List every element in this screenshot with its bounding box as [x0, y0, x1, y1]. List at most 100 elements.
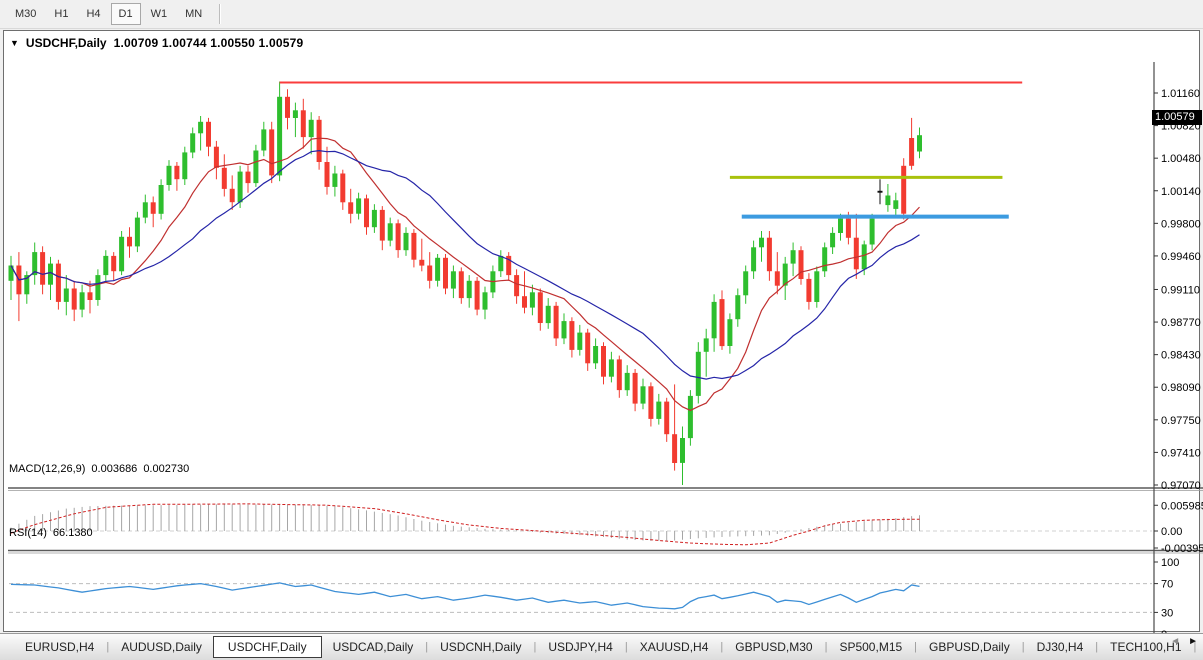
chart-tab-sp500-m15[interactable]: SP500,M15	[828, 637, 913, 657]
candle-body	[569, 321, 575, 350]
candle-body	[498, 255, 504, 272]
candle-body	[687, 395, 693, 439]
chart-window: 1.01160 1.00820 1.00480 1.00140 0.99800 0.994…	[3, 30, 1203, 660]
candle-body	[63, 288, 69, 302]
candle-body	[561, 321, 567, 339]
price-chart-canvas[interactable]: 1.011601.008201.004801.001400.998000.994…	[4, 31, 1203, 660]
candle-body	[466, 280, 472, 299]
candle-body	[553, 305, 559, 339]
candle-body	[55, 263, 61, 302]
symbol-dropdown-icon[interactable]: ▼	[10, 38, 19, 48]
chart-tab-uk[interactable]: UK	[1197, 637, 1203, 657]
candle-body	[245, 171, 251, 184]
chart-tab-gbpusd-m30[interactable]: GBPUSD,M30	[724, 637, 823, 657]
candle-body	[237, 171, 243, 203]
candle-body	[450, 271, 456, 289]
macd-signal-line	[10, 503, 920, 546]
candle-body	[443, 257, 448, 289]
price-axis-label: 0.97070	[1161, 480, 1201, 492]
candle-body	[277, 96, 283, 176]
candle-body	[269, 129, 275, 176]
timeframe-toolbar: M30 H1 H4 D1 W1 MN	[0, 0, 1203, 29]
price-axis-label: 1.00140	[1161, 186, 1201, 198]
candle-body	[917, 135, 922, 152]
candle-body	[411, 232, 417, 260]
candle-body	[514, 275, 520, 297]
chart-symbol-label: USDCHF,Daily	[25, 36, 107, 50]
timeframe-button-M30[interactable]: M30	[7, 3, 44, 25]
candle-body	[814, 271, 820, 302]
candle-body	[403, 232, 409, 251]
chart-tab-dj30-h4[interactable]: DJ30,H4	[1026, 637, 1095, 657]
timeframe-button-H1[interactable]: H1	[46, 3, 76, 25]
chart-tab-eurusd-h4[interactable]: EURUSD,H4	[14, 637, 105, 657]
candle-body	[727, 319, 733, 346]
candle-body	[48, 263, 53, 285]
price-axis-label: 1.01160	[1161, 88, 1200, 100]
candle-body	[640, 386, 646, 404]
candle-body	[743, 271, 749, 296]
candle-body	[616, 359, 622, 391]
candle-body	[822, 247, 828, 272]
candle-body	[458, 271, 464, 299]
candle-body	[435, 257, 441, 281]
rsi-line	[10, 582, 920, 610]
chart-ohlc-values: 1.00709 1.00744 1.00550 1.00579	[113, 36, 304, 50]
chart-tab-gbpusd-daily[interactable]: GBPUSD,Daily	[918, 637, 1021, 657]
candle-body	[838, 218, 843, 233]
chart-tab-audusd-daily[interactable]: AUDUSD,Daily	[110, 637, 213, 657]
candle-body	[119, 236, 125, 272]
chart-tab-usdjpy-h4[interactable]: USDJPY,H4	[537, 637, 623, 657]
rsi-axis-label: 70	[1161, 579, 1173, 591]
timeframe-button-D1[interactable]: D1	[110, 3, 141, 25]
candle-body	[340, 173, 346, 203]
candle-body	[759, 237, 764, 248]
candle-body	[419, 259, 425, 266]
price-axis-label: 0.98090	[1161, 382, 1201, 394]
candle-body	[735, 295, 741, 320]
scroll-tabs-left-icon[interactable]: ◄	[1170, 636, 1180, 647]
candle-body	[585, 332, 591, 364]
price-axis-label: 0.99110	[1161, 284, 1200, 296]
chart-tab-xauusd-h4[interactable]: XAUUSD,H4	[629, 637, 720, 657]
candle-body	[853, 237, 859, 270]
candle-body	[300, 110, 306, 138]
timeframe-button-MN[interactable]: MN	[177, 3, 210, 25]
candle-body	[482, 292, 488, 310]
candle-body	[806, 278, 812, 302]
candle-body	[142, 202, 148, 218]
candle-body	[95, 275, 101, 300]
candle-body	[427, 265, 433, 281]
candle-body	[364, 198, 369, 228]
rsi-value: 66.1380	[52, 527, 93, 539]
candle-body	[909, 138, 915, 166]
candle-body	[206, 121, 211, 147]
timeframe-button-H4[interactable]: H4	[78, 3, 108, 25]
candle-body	[87, 292, 93, 300]
candle-body	[229, 188, 235, 203]
macd-axis-label: 0.00	[1161, 526, 1182, 538]
candle-body	[40, 252, 46, 285]
candle-body	[213, 146, 219, 168]
scroll-tabs-right-icon[interactable]: ►	[1188, 636, 1198, 647]
chart-tab-usdcad-daily[interactable]: USDCAD,Daily	[322, 637, 425, 657]
candle-body	[285, 96, 290, 118]
candle-body	[861, 244, 867, 270]
candle-body	[680, 438, 685, 463]
candle-body	[845, 218, 851, 238]
candle-body	[166, 165, 172, 185]
candle-body	[885, 195, 891, 206]
candle-body	[711, 301, 717, 339]
candle-body	[387, 223, 393, 241]
candle-body	[150, 202, 156, 214]
candle-body	[901, 165, 907, 214]
chart-tab-usdchf-daily[interactable]: USDCHF,Daily	[212, 636, 322, 658]
candle-body	[190, 133, 196, 153]
chart-tab-usdcnh-daily[interactable]: USDCNH,Daily	[429, 637, 532, 657]
current-price-tag: 1.00579	[1152, 110, 1202, 125]
price-axis-label: 0.99460	[1161, 251, 1201, 263]
candle-body	[545, 305, 551, 324]
timeframe-button-W1[interactable]: W1	[143, 3, 176, 25]
rsi-name: RSI(14)	[9, 527, 47, 539]
candle-body	[766, 237, 772, 272]
